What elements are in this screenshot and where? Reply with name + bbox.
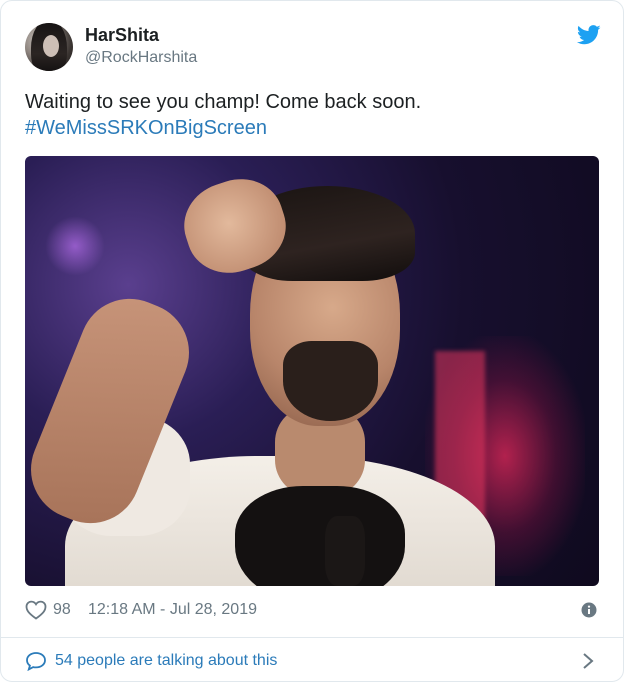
chevron-right-icon[interactable] bbox=[581, 651, 595, 671]
info-icon[interactable] bbox=[581, 602, 597, 618]
tweet-body: Waiting to see you champ! Come back soon… bbox=[25, 91, 422, 113]
tweet-meta: 98 12:18 AM - Jul 28, 2019 bbox=[25, 598, 601, 622]
timestamp[interactable]: 12:18 AM - Jul 28, 2019 bbox=[88, 601, 257, 619]
tweet-header: HarShita @RockHarshita bbox=[25, 21, 601, 73]
speech-bubble-icon bbox=[26, 652, 46, 671]
twitter-bird-icon[interactable] bbox=[577, 25, 601, 45]
tweet-card[interactable]: HarShita @RockHarshita Waiting to see yo… bbox=[0, 0, 624, 682]
author-handle[interactable]: @RockHarshita bbox=[85, 49, 197, 67]
tweet-photo[interactable] bbox=[25, 156, 599, 586]
conversation-link[interactable]: 54 people are talking about this bbox=[25, 647, 601, 675]
hashtag-link[interactable]: #WeMissSRKOnBigScreen bbox=[25, 115, 601, 141]
heart-icon[interactable] bbox=[25, 600, 47, 620]
talking-count-link[interactable]: 54 people are talking about this bbox=[55, 652, 277, 670]
author-name[interactable]: HarShita bbox=[85, 25, 159, 46]
divider bbox=[1, 637, 623, 638]
tweet-text: Waiting to see you champ! Come back soon… bbox=[25, 89, 601, 141]
avatar[interactable] bbox=[25, 23, 73, 71]
like-count[interactable]: 98 bbox=[53, 601, 71, 619]
